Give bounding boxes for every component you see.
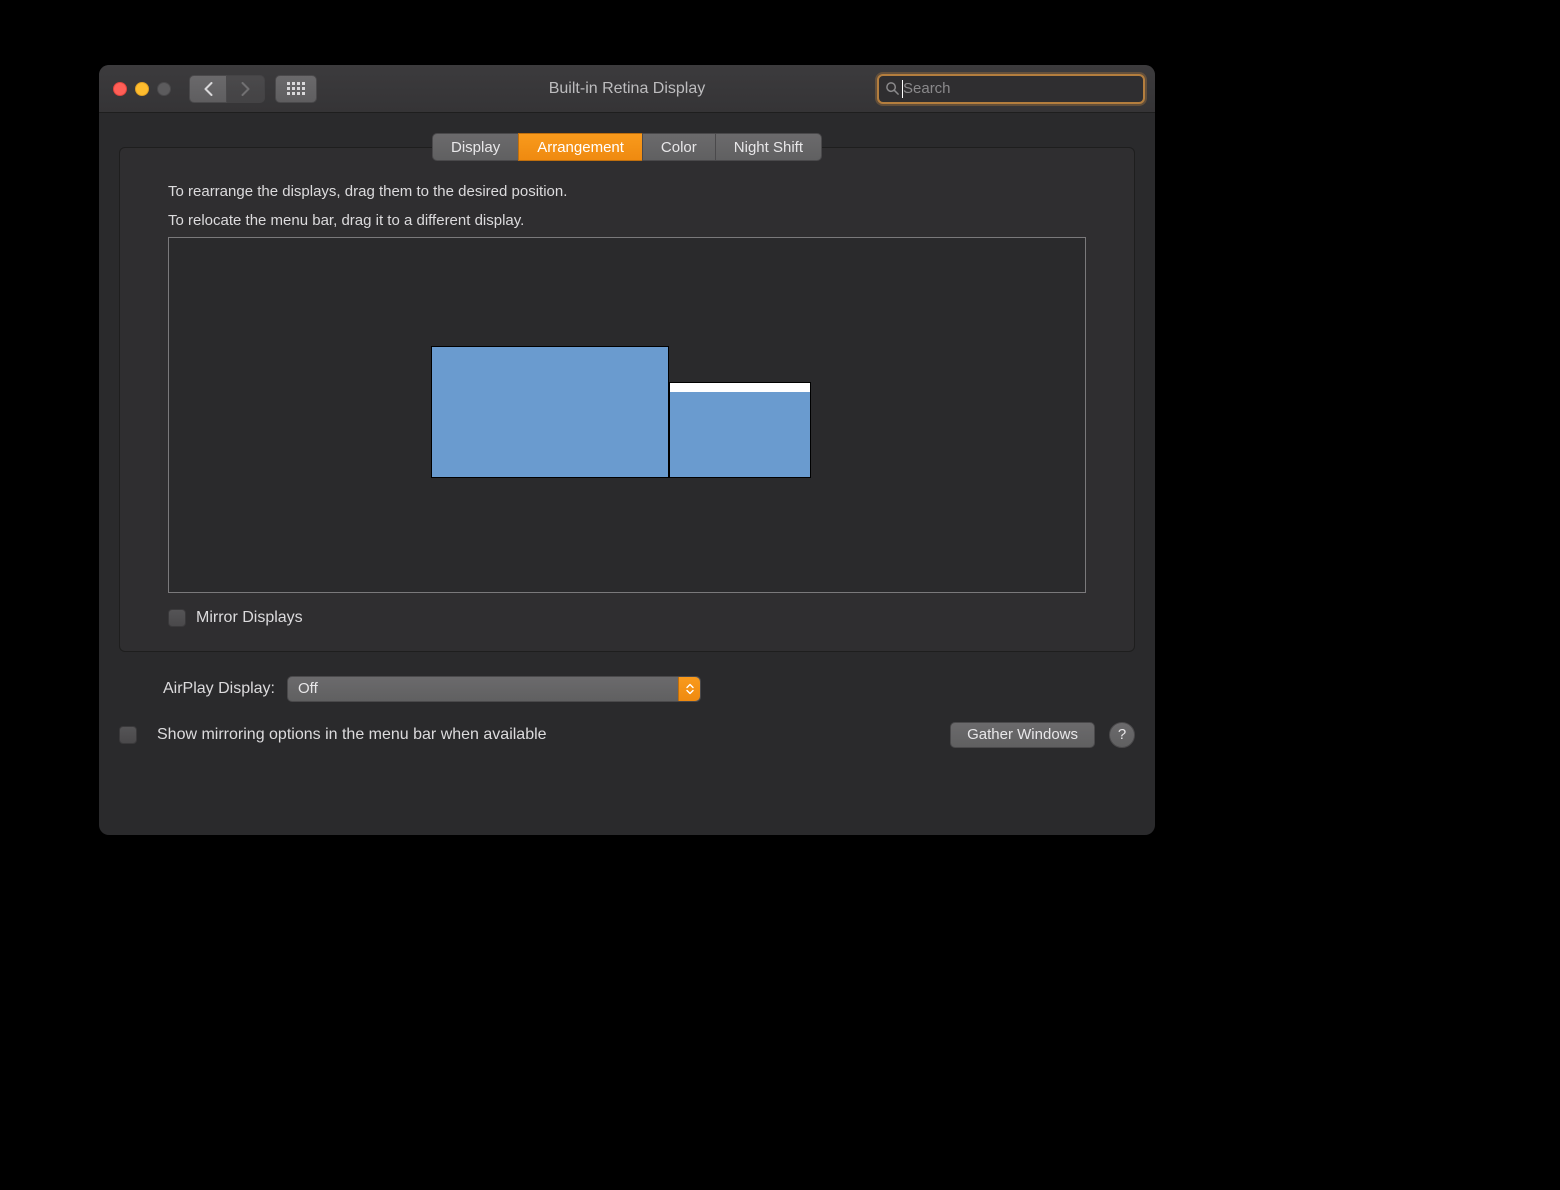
- display-1[interactable]: [431, 346, 669, 478]
- content-area: Display Arrangement Color Night Shift To…: [99, 113, 1155, 835]
- grid-icon: [287, 82, 305, 95]
- back-button[interactable]: [189, 75, 227, 103]
- chevron-down-icon: [686, 689, 694, 695]
- tab-night-shift[interactable]: Night Shift: [715, 133, 822, 161]
- arrangement-panel: To rearrange the displays, drag them to …: [119, 147, 1135, 652]
- airplay-row: AirPlay Display: Off: [119, 676, 1135, 702]
- nav-buttons: [189, 75, 265, 103]
- tab-arrangement[interactable]: Arrangement: [518, 133, 642, 161]
- close-icon[interactable]: [113, 82, 127, 96]
- airplay-value: Off: [298, 680, 318, 697]
- show-mirroring-label: Show mirroring options in the menu bar w…: [157, 726, 547, 744]
- traffic-lights: [113, 82, 171, 96]
- search-icon: [885, 81, 900, 96]
- mirror-displays-label: Mirror Displays: [196, 609, 303, 627]
- search-field[interactable]: [877, 74, 1145, 104]
- menu-bar-indicator[interactable]: [670, 383, 810, 392]
- bottom-row: Show mirroring options in the menu bar w…: [119, 722, 1135, 748]
- display-arrangement-area[interactable]: [168, 237, 1086, 593]
- tab-color[interactable]: Color: [642, 133, 715, 161]
- show-all-button[interactable]: [275, 75, 317, 103]
- titlebar: Built-in Retina Display: [99, 65, 1155, 113]
- tab-display[interactable]: Display: [432, 133, 518, 161]
- chevron-left-icon: [203, 82, 214, 96]
- preferences-window: Built-in Retina Display Display Arrangem…: [99, 65, 1155, 835]
- mirror-displays-row: Mirror Displays: [168, 609, 1086, 627]
- mirror-displays-checkbox[interactable]: [168, 609, 186, 627]
- forward-button: [227, 75, 265, 103]
- airplay-label: AirPlay Display:: [119, 680, 279, 698]
- display-2[interactable]: [669, 382, 811, 478]
- chevron-right-icon: [240, 82, 251, 96]
- instruction-line-2: To relocate the menu bar, drag it to a d…: [168, 209, 1086, 232]
- help-button[interactable]: ?: [1109, 722, 1135, 748]
- instruction-line-1: To rearrange the displays, drag them to …: [168, 180, 1086, 203]
- airplay-select[interactable]: Off: [287, 676, 701, 702]
- select-stepper[interactable]: [678, 677, 700, 701]
- tab-bar: Display Arrangement Color Night Shift: [99, 133, 1155, 161]
- lower-controls: AirPlay Display: Off Show mirroring opti…: [99, 652, 1155, 766]
- gather-windows-button[interactable]: Gather Windows: [950, 722, 1095, 748]
- minimize-icon[interactable]: [135, 82, 149, 96]
- maximize-icon: [157, 82, 171, 96]
- show-mirroring-checkbox[interactable]: [119, 726, 137, 744]
- search-input[interactable]: [903, 80, 1137, 97]
